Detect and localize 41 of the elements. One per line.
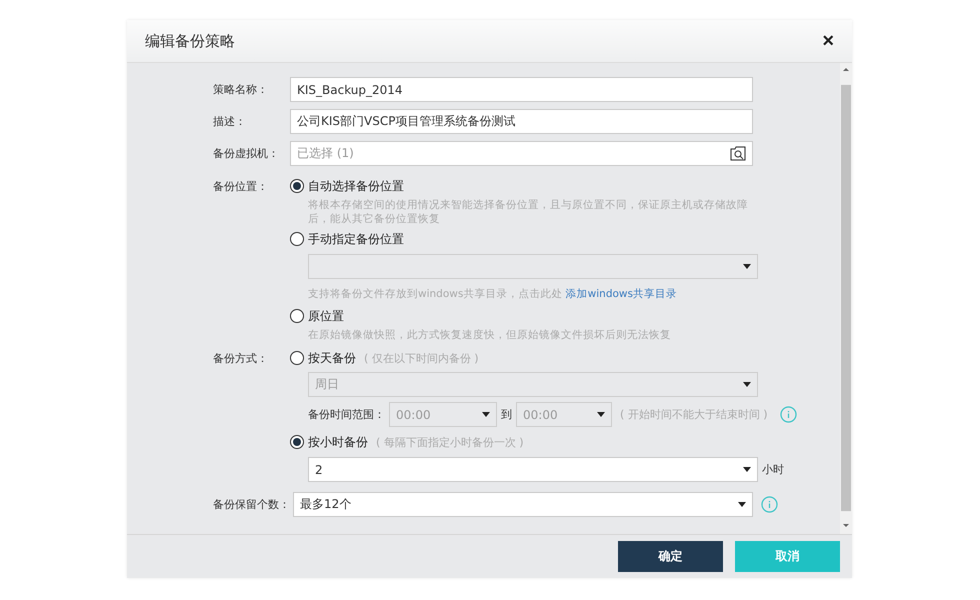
range-label: 备份时间范围： <box>308 407 385 422</box>
confirm-button[interactable]: 确定 <box>618 541 723 572</box>
caret-icon <box>743 264 751 269</box>
radio-label: 按小时备份 <box>308 434 368 450</box>
radio-button[interactable] <box>290 232 304 246</box>
option-note: ( 仅在以下时间内备份 ) <box>364 350 479 366</box>
caret-icon <box>597 412 605 417</box>
dialog-title: 编辑备份策略 <box>145 32 235 50</box>
radio-button[interactable] <box>290 309 304 323</box>
hint-text: 支持将备份文件存放到windows共享目录，点击此处 添加windows共享目录 <box>308 287 678 301</box>
radio-button[interactable] <box>290 351 304 365</box>
field-label: 备份保留个数： <box>212 497 291 512</box>
radio-label: 按天备份 <box>308 350 356 366</box>
hint-text: 在原始镜像做快照，此方式恢复速度快，但原始镜像文件损坏后则无法恢复 <box>308 328 672 342</box>
dropdown[interactable]: 2 <box>308 457 758 482</box>
radio-label: 自动选择备份位置 <box>308 178 404 194</box>
caret-icon <box>482 412 490 417</box>
scrollbar[interactable] <box>840 63 852 534</box>
caret-icon <box>743 467 751 472</box>
field-label: 描述： <box>212 114 247 129</box>
caret-icon <box>743 382 751 387</box>
close-button[interactable]: × <box>820 31 836 51</box>
add-share-link[interactable]: 添加windows共享目录 <box>562 288 677 300</box>
radio-label: 手动指定备份位置 <box>308 230 404 248</box>
radio-button[interactable] <box>290 179 304 193</box>
option-note: ( 每隔下面指定小时备份一次 ) <box>376 434 524 450</box>
radio-button[interactable] <box>290 435 304 449</box>
field-label: 备份虚拟机： <box>212 146 280 161</box>
range-note: ( 开始时间不能大于结束时间 ) <box>620 407 768 422</box>
text-input-field[interactable]: 公司KIS部门VSCP项目管理系统备份测试 <box>290 109 753 134</box>
hint-text: 将根本存储空间的使用情况来智能选择备份位置，且与原位置不同，保证原主机或存储故障后，能从其它备份位置恢复 <box>308 198 749 226</box>
field-label: 备份方式： <box>212 351 269 366</box>
field-label: 备份位置： <box>212 179 269 194</box>
dropdown[interactable]: 最多12个 <box>293 492 753 517</box>
text-input-field[interactable]: KIS_Backup_2014 <box>290 77 753 102</box>
caret-icon <box>738 502 746 507</box>
to-label: 到 <box>501 407 512 422</box>
search-icon[interactable] <box>730 146 746 161</box>
field-label: 策略名称： <box>212 82 269 97</box>
radio-label: 原位置 <box>308 308 344 324</box>
unit-label: 小时 <box>762 462 784 477</box>
